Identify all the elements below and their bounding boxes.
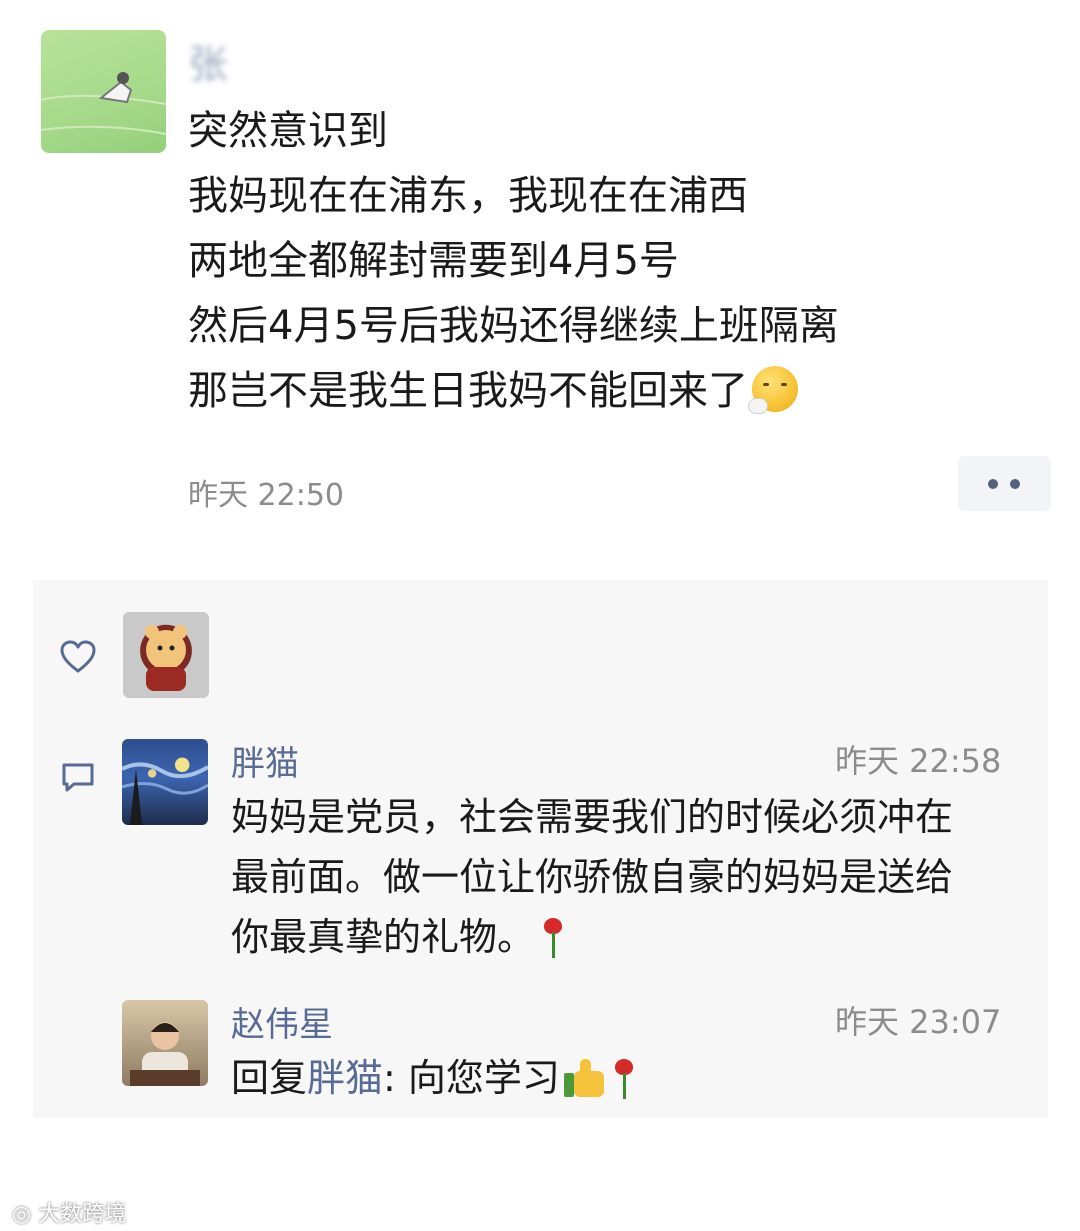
post-author-name[interactable]: 张 <box>188 32 230 90</box>
commenter-avatar[interactable] <box>122 739 208 825</box>
commenter-name[interactable]: 胖猫 <box>231 736 299 785</box>
comment-text: 你最真挚的礼物。 <box>231 915 536 959</box>
post-text-line: 两地全都解封需要到4月5号 <box>188 238 679 284</box>
comment-text-line: 妈妈是党员，社会需要我们的时候必须冲在 <box>231 795 954 839</box>
watermark-logo-icon: ◎ <box>12 1202 39 1227</box>
commenter-avatar[interactable] <box>122 1000 208 1086</box>
reply-target-name[interactable]: 胖猫 <box>307 1056 383 1100</box>
sad-face-emoji <box>748 366 798 414</box>
post-author-avatar[interactable] <box>41 30 166 153</box>
rose-emoji <box>612 1059 636 1101</box>
dot-icon <box>1010 479 1020 489</box>
thumbs-up-emoji <box>563 1059 606 1099</box>
post-timestamp: 昨天 22:50 <box>188 478 344 513</box>
like-avatar[interactable] <box>123 612 209 698</box>
comment-timestamp: 昨天 23:07 <box>835 1003 1002 1041</box>
post-text: 那岂不是我生日我妈不能回来了 <box>188 368 748 414</box>
comment-text-line-last: 你最真挚的礼物。 <box>231 907 565 967</box>
more-actions-button[interactable] <box>958 456 1051 511</box>
watermark-text: 大数跨境 <box>38 1202 127 1227</box>
comment-icon <box>62 763 94 792</box>
post-text-line: 我妈现在在浦东，我现在在浦西 <box>188 173 748 219</box>
dot-icon <box>988 479 998 489</box>
commenter-name[interactable]: 赵伟星 <box>231 997 333 1046</box>
comment-timestamp: 昨天 22:58 <box>835 742 1002 780</box>
rose-emoji <box>541 918 565 960</box>
heart-icon <box>60 640 96 673</box>
post-text-line: 然后4月5号后我妈还得继续上班隔离 <box>188 303 839 349</box>
watermark: ◎ 大数跨境 <box>12 1196 126 1228</box>
comment-text-line: 最前面。做一位让你骄傲自豪的妈妈是送给 <box>231 855 954 899</box>
post-text-line: 突然意识到 <box>188 108 388 154</box>
reply-comment-text: 回复胖猫: 向您学习 <box>231 1048 636 1108</box>
reply-prefix: 回复 <box>231 1056 308 1100</box>
reply-text: : 向您学习 <box>383 1056 560 1100</box>
post-text-line-last: 那岂不是我生日我妈不能回来了 <box>188 359 798 424</box>
